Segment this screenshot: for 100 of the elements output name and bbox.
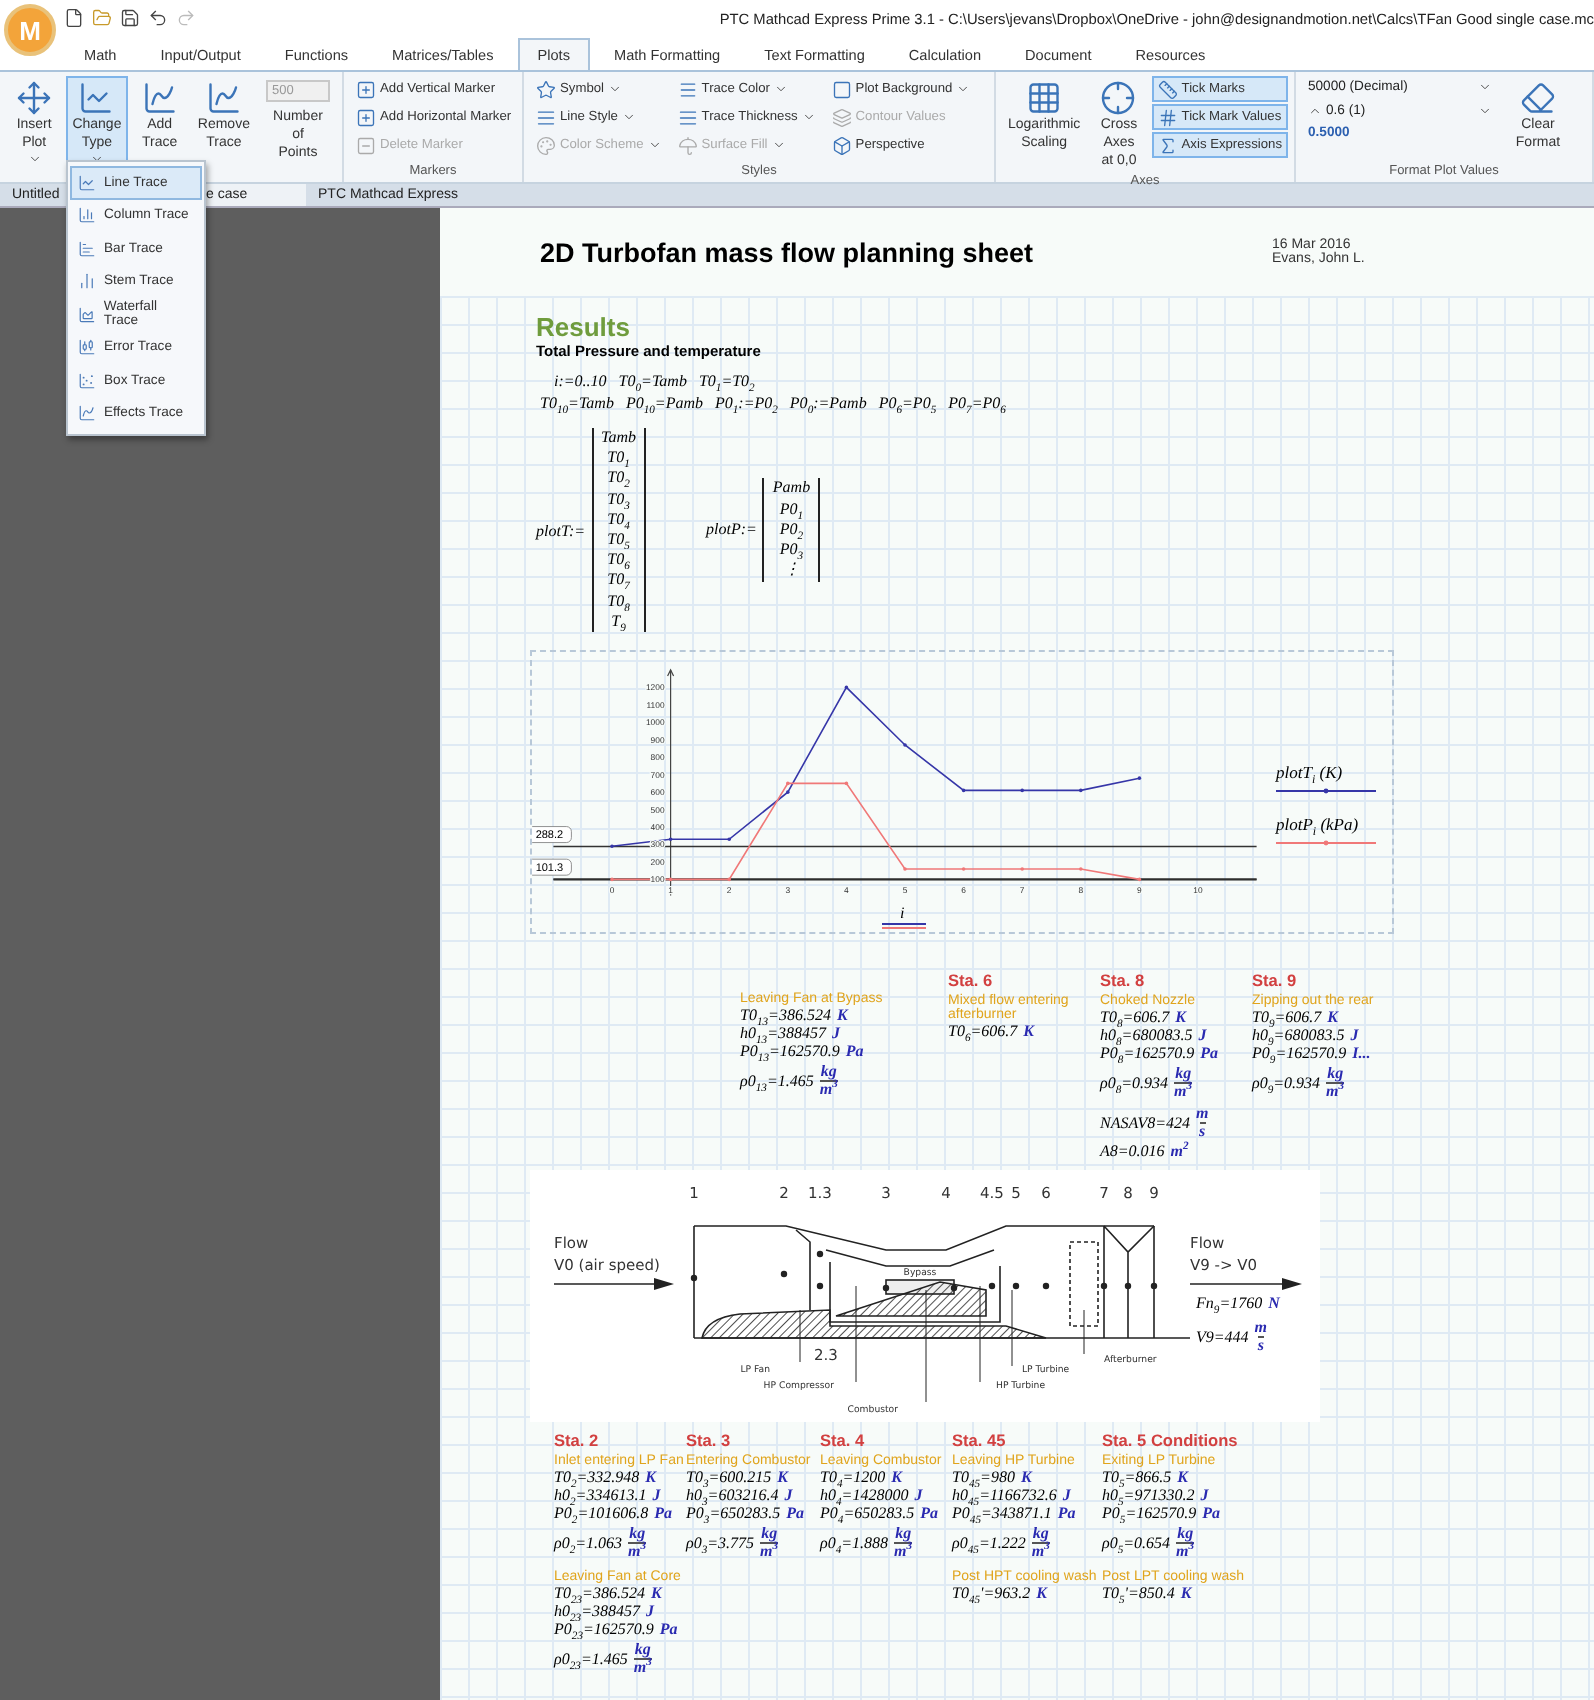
formula: h0$_{23}$=388457 J xyxy=(554,1602,657,1620)
save-icon xyxy=(120,8,140,28)
formula: T0$_{1}$=T0$_{2}$ xyxy=(698,372,755,390)
formula: P0$_{45}$=343871.1 Pa xyxy=(952,1504,1078,1522)
delete-marker-icon xyxy=(356,135,376,155)
formula: P0$_{2}$=101606.8 Pa xyxy=(554,1504,674,1522)
formula: P0$_{6}$=P0$_{5}$ xyxy=(878,394,937,412)
caret-icon xyxy=(89,152,104,166)
area-chart-icon xyxy=(78,305,96,324)
line-chart-icon xyxy=(78,80,115,116)
data-point xyxy=(1137,877,1142,882)
eraser-icon xyxy=(1520,80,1556,116)
formula: T0$_{4}$=1200 K xyxy=(820,1468,903,1486)
data-point xyxy=(961,788,966,793)
sigma-icon xyxy=(1157,135,1178,155)
formula: T0$_{45}$=980 K xyxy=(952,1468,1033,1486)
flow-arrow xyxy=(553,1278,674,1290)
formula: i:=0..10 xyxy=(554,372,607,390)
hash-icon xyxy=(1157,107,1178,127)
formula: T0$_{6}$=606.7 K xyxy=(948,1022,1037,1040)
umbrella-icon xyxy=(677,135,698,155)
stem-chart-icon xyxy=(78,272,96,291)
bar-chart-icon xyxy=(78,239,96,258)
section-heading: Results xyxy=(536,312,632,342)
formula: T0$_{8}$=606.7 K xyxy=(1100,1008,1187,1026)
layers-icon xyxy=(831,107,852,127)
caret-icon xyxy=(956,82,971,96)
add-marker-icon xyxy=(356,79,376,99)
lines-icon xyxy=(677,79,698,99)
candlestick-icon xyxy=(78,338,96,357)
formula: P0$_{7}$=P0$_{6}$ xyxy=(948,394,1006,412)
formula: h0$_{2}$=334613.1 J xyxy=(554,1486,661,1504)
square-icon xyxy=(831,79,852,99)
formula: h0$_{45}$=1166732.6 J xyxy=(952,1486,1071,1504)
document-title: 2D Turbofan mass flow planning sheet xyxy=(540,238,1036,268)
formula: h0$_{4}$=1428000 J xyxy=(820,1486,923,1504)
formula: P0$_{1}$:=P0$_{2}$ xyxy=(714,394,778,412)
lines-icon xyxy=(677,107,698,127)
station-title: Sta. 4 xyxy=(820,1430,867,1450)
formula: h0$_{13}$=388457 J xyxy=(740,1024,843,1042)
formula: P0$_{23}$=162570.9 Pa xyxy=(554,1620,680,1638)
formula: T0$_{0}$=Tamb xyxy=(618,372,687,390)
formula: h0$_{5}$=971330.2 J xyxy=(1102,1486,1209,1504)
curve-chart-icon xyxy=(78,404,96,423)
formula: P0$_{8}$=162570.9 Pa xyxy=(1100,1044,1220,1062)
formula: P0$_{4}$=650283.5 Pa xyxy=(820,1504,940,1522)
marker-line[interactable] xyxy=(552,878,1258,880)
data-point xyxy=(844,685,849,690)
station-title: Sta. 8 xyxy=(1100,970,1147,990)
station-title: Sta. 3 xyxy=(686,1430,733,1450)
line-chart-icon xyxy=(78,173,96,192)
station-title: Sta. 45 xyxy=(952,1430,1008,1450)
redo-icon xyxy=(176,8,196,28)
formula: T0$_{5}$=866.5 K xyxy=(1102,1468,1189,1486)
formula: P0$_{0}$:=Pamb xyxy=(789,394,867,412)
lines-icon xyxy=(536,107,556,127)
ruler-icon xyxy=(1157,79,1178,99)
marker-line[interactable] xyxy=(552,845,1258,848)
data-point xyxy=(668,837,673,842)
station-title: Sta. 5 Conditions xyxy=(1102,1430,1240,1450)
formula: T0$_{23}$=386.524 K xyxy=(554,1584,665,1602)
formula: A8=0.016 m$^{2}$ xyxy=(1100,1142,1191,1160)
palette-icon xyxy=(536,135,556,155)
legend-label: plotP$_{i}$ (kPa) xyxy=(1276,814,1361,834)
folder-icon xyxy=(92,8,112,28)
grid-icon xyxy=(1026,80,1063,116)
matrix-formula: plotP:= Pamb P0$_{1}$ P0$_{2}$ P0$_{3}$ ⋮ xyxy=(706,478,821,581)
spinner-icon xyxy=(1308,104,1322,118)
scatter-icon xyxy=(78,371,96,390)
station-title: Sta. 6 xyxy=(948,970,995,990)
formula: P0$_{13}$=162570.9 Pa xyxy=(740,1042,866,1060)
add-marker-icon xyxy=(356,107,376,127)
formula: Fn$_{9}$=1760 N xyxy=(1196,1294,1280,1312)
caret-icon xyxy=(27,152,42,166)
axis-label: i xyxy=(900,904,905,922)
formula: T0$_{5}$'=850.4 K xyxy=(1102,1584,1194,1602)
flow-arrow xyxy=(1189,1278,1302,1290)
star-icon xyxy=(536,79,556,99)
formula: P0$_{9}$=162570.9 I... xyxy=(1252,1044,1373,1062)
formula: T0$_{10}$=Tamb xyxy=(540,394,614,412)
new-file-icon xyxy=(64,8,84,28)
formula: P0$_{10}$=Pamb xyxy=(625,394,703,412)
formula: T0$_{9}$=606.7 K xyxy=(1252,1008,1339,1026)
undo-icon xyxy=(148,8,168,28)
formula: T0$_{13}$=386.524 K xyxy=(740,1006,851,1024)
formula: T0$_{2}$=332.948 K xyxy=(554,1468,657,1486)
station-title: Sta. 2 xyxy=(554,1430,601,1450)
legend-swatch xyxy=(1276,788,1376,794)
formula: h0$_{3}$=603216.4 J xyxy=(686,1486,793,1504)
legend-label: plotT$_{i}$ (K) xyxy=(1276,762,1345,782)
cube-icon xyxy=(831,135,852,155)
formula: P0$_{5}$=162570.9 Pa xyxy=(1102,1504,1222,1522)
legend-swatch xyxy=(1276,840,1376,846)
formula: T0$_{3}$=600.215 K xyxy=(686,1468,789,1486)
crosshair-icon xyxy=(1100,80,1137,116)
formula: T0$_{45}$'=963.2 K xyxy=(952,1584,1050,1602)
data-point xyxy=(668,877,673,882)
data-point xyxy=(844,781,849,786)
station-title: Sta. 9 xyxy=(1252,970,1299,990)
formula: h0$_{9}$=680083.5 J xyxy=(1252,1026,1359,1044)
